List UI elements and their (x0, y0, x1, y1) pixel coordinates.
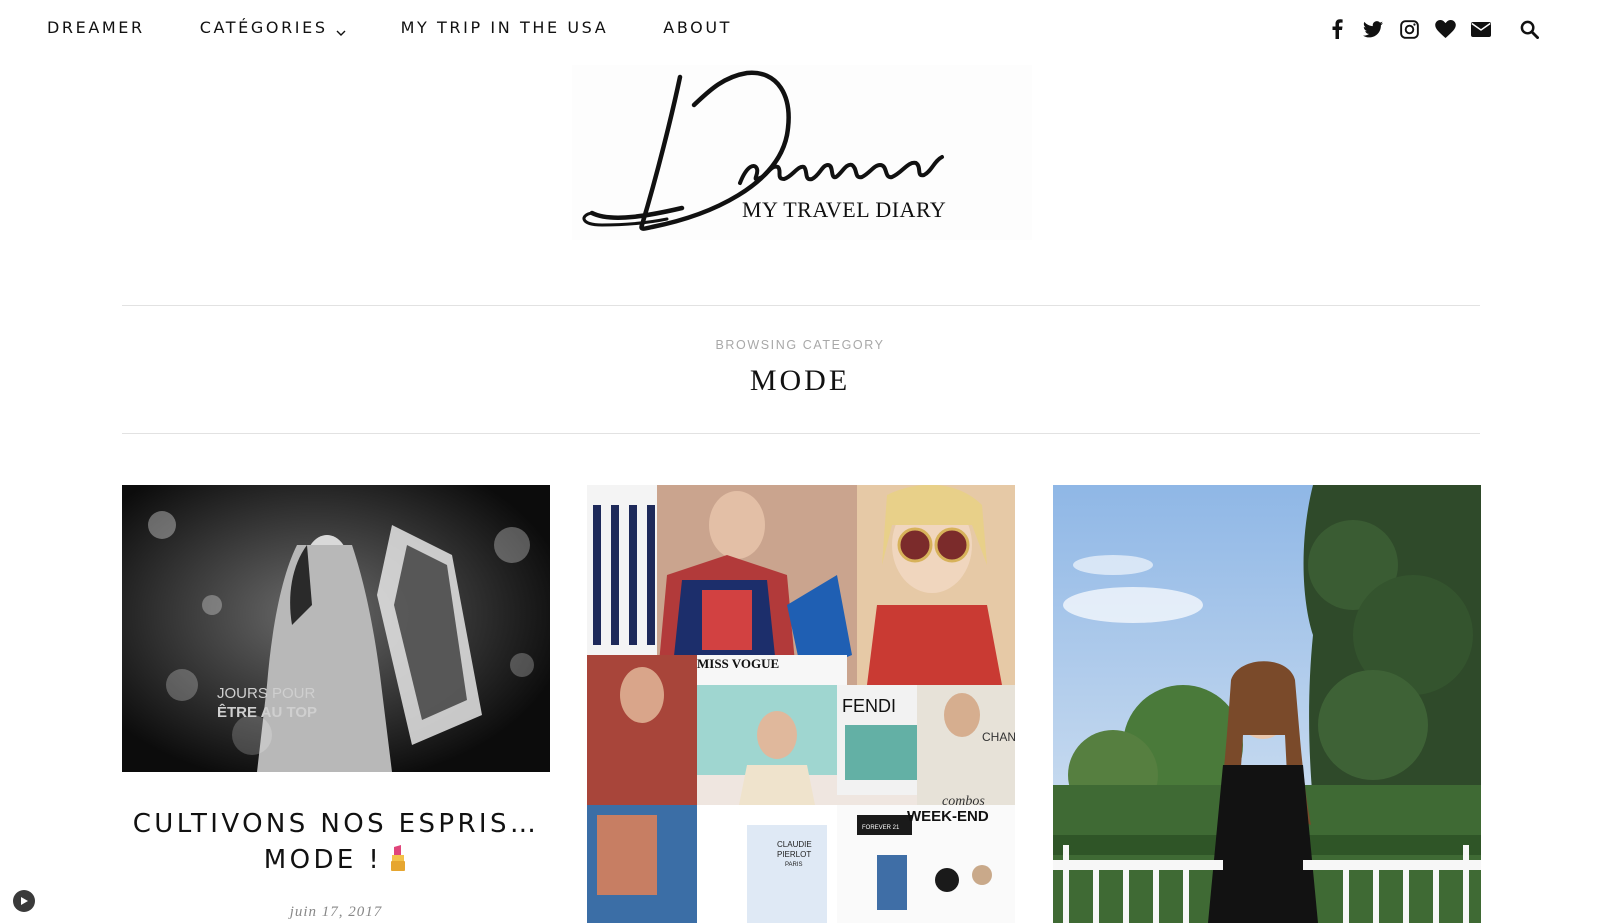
social-links (1312, 18, 1540, 40)
site-logo[interactable]: MY TRAVEL DIARY (572, 65, 1032, 240)
post-image-garden-portrait (1053, 485, 1481, 923)
post-card: JOURS POUR ÊTRE AU TOP CULTIVONS NOS ESP… (122, 485, 550, 921)
image-text: CLAUDIE (777, 840, 812, 849)
nav-item-categories[interactable]: CATÉGORIES (200, 18, 346, 37)
post-thumbnail[interactable]: MISS VOGUE FENDI CHAN combos WEEK-END FO… (587, 485, 1015, 923)
post-card: MISS VOGUE FENDI CHAN combos WEEK-END FO… (587, 485, 1015, 923)
post-card (1053, 485, 1481, 923)
image-text: PIERLOT (777, 850, 811, 859)
divider (122, 433, 1480, 434)
logo-tagline: MY TRAVEL DIARY (742, 197, 947, 222)
image-text: ÊTRE AU TOP (217, 703, 317, 721)
post-title-line-2: MODE ! (122, 842, 550, 878)
lipstick-icon (388, 845, 408, 871)
image-text: combos (942, 794, 985, 809)
category-title: MODE (749, 364, 851, 397)
image-text: WEEK-END (907, 808, 989, 825)
category-kicker: BROWSING CATEGORY (715, 338, 885, 352)
twitter-icon[interactable] (1362, 18, 1384, 40)
post-date: juin 17, 2017 (289, 904, 383, 920)
post-title[interactable]: CULTIVONS NOS ESPRIS… MODE ! (122, 806, 550, 878)
nav-item-label: DREAMER (47, 18, 145, 37)
nav-item-label: MY TRIP IN THE USA (400, 18, 609, 37)
heart-icon[interactable] (1434, 18, 1456, 40)
image-text: MISS VOGUE (697, 656, 779, 671)
facebook-icon[interactable] (1326, 18, 1348, 40)
post-image-bw-fashion: JOURS POUR ÊTRE AU TOP (122, 485, 550, 772)
post-thumbnail[interactable]: JOURS POUR ÊTRE AU TOP (122, 485, 550, 772)
envelope-icon[interactable] (1470, 18, 1492, 40)
image-text: FOREVER 21 (862, 825, 900, 831)
nav-item-about[interactable]: ABOUT (663, 18, 732, 37)
nav-item-trip-usa[interactable]: MY TRIP IN THE USA (401, 18, 609, 37)
post-title-text: MODE ! (263, 845, 383, 875)
image-text: JOURS POUR (217, 685, 316, 702)
chevron-down-icon (336, 23, 346, 36)
nav-item-dreamer[interactable]: DREAMER (47, 18, 145, 37)
nav-item-label: CATÉGORIES (199, 18, 328, 37)
play-button[interactable] (13, 890, 35, 912)
image-text: PARIS (785, 862, 803, 868)
image-text: CHAN (982, 730, 1015, 744)
post-title-line: CULTIVONS NOS ESPRIS… (132, 809, 540, 839)
divider (122, 305, 1480, 306)
nav-item-label: ABOUT (663, 18, 733, 37)
post-thumbnail[interactable] (1053, 485, 1481, 923)
nav-links: DREAMER CATÉGORIES MY TRIP IN THE USA AB… (47, 18, 787, 37)
instagram-icon[interactable] (1398, 18, 1420, 40)
top-navigation: DREAMER CATÉGORIES MY TRIP IN THE USA AB… (0, 0, 1600, 60)
play-icon (21, 897, 28, 905)
post-image-fashion-collage: MISS VOGUE FENDI CHAN combos WEEK-END FO… (587, 485, 1015, 923)
image-text: FENDI (842, 696, 896, 716)
search-icon[interactable] (1518, 18, 1540, 40)
